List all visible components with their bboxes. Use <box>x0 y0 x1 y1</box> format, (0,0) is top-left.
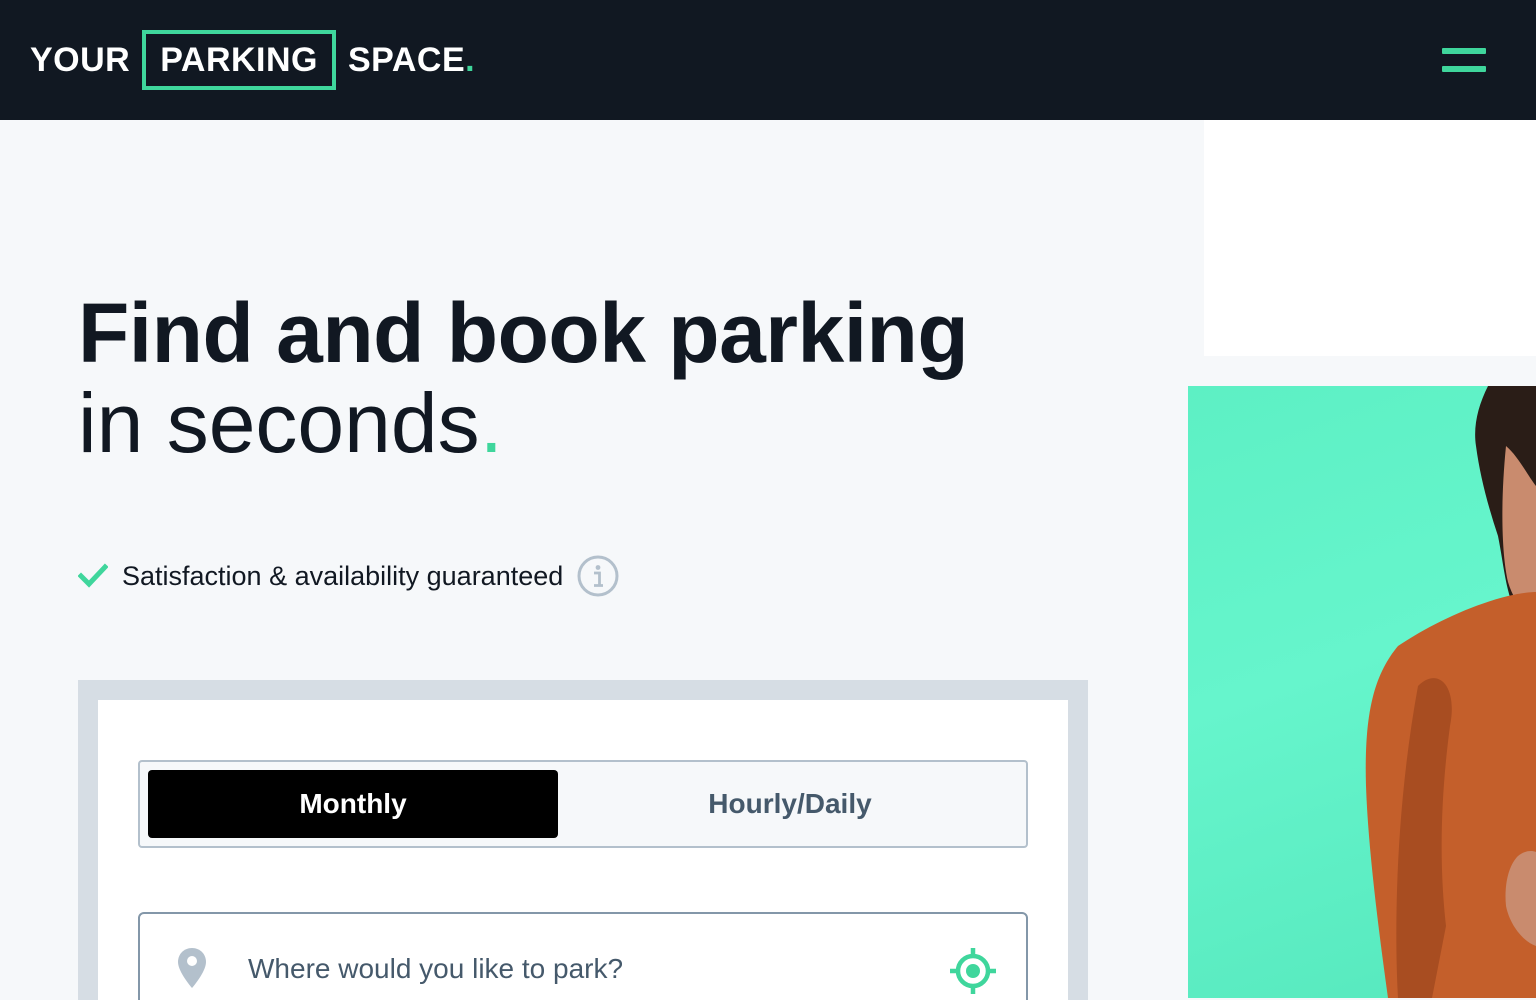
person-illustration <box>1365 386 1536 998</box>
info-icon[interactable] <box>577 555 619 597</box>
hero-photo <box>1188 386 1536 998</box>
location-pin-icon <box>178 948 206 988</box>
location-search-box <box>138 912 1028 1000</box>
top-right-panel <box>1204 120 1536 356</box>
headline-line-1: Find and book parking <box>78 286 969 380</box>
logo-text-parking: PARKING <box>142 30 336 90</box>
tab-monthly[interactable]: Monthly <box>148 770 558 838</box>
locate-me-icon[interactable] <box>948 946 998 996</box>
headline-dot: . <box>479 376 503 470</box>
logo-dot: . <box>465 40 476 79</box>
headline-line-2: in seconds. <box>78 378 968 468</box>
site-logo[interactable]: YOUR PARKING SPACE. <box>30 30 475 90</box>
hamburger-menu-icon[interactable] <box>1442 48 1486 72</box>
site-header: YOUR PARKING SPACE. <box>0 0 1536 120</box>
headline-line-2-text: in seconds <box>78 376 480 470</box>
logo-text-space: SPACE <box>348 40 466 79</box>
hero-headline: Find and book parking in seconds. <box>78 286 969 468</box>
location-search-input[interactable] <box>248 938 928 1000</box>
booking-type-toggle: Monthly Hourly/Daily <box>138 760 1028 848</box>
tab-hourly-daily[interactable]: Hourly/Daily <box>570 770 1010 838</box>
logo-text-your: YOUR <box>30 40 131 79</box>
check-icon <box>78 563 108 588</box>
guarantee-row: Satisfaction & availability guaranteed <box>78 553 619 599</box>
guarantee-text: Satisfaction & availability guaranteed <box>122 560 564 591</box>
